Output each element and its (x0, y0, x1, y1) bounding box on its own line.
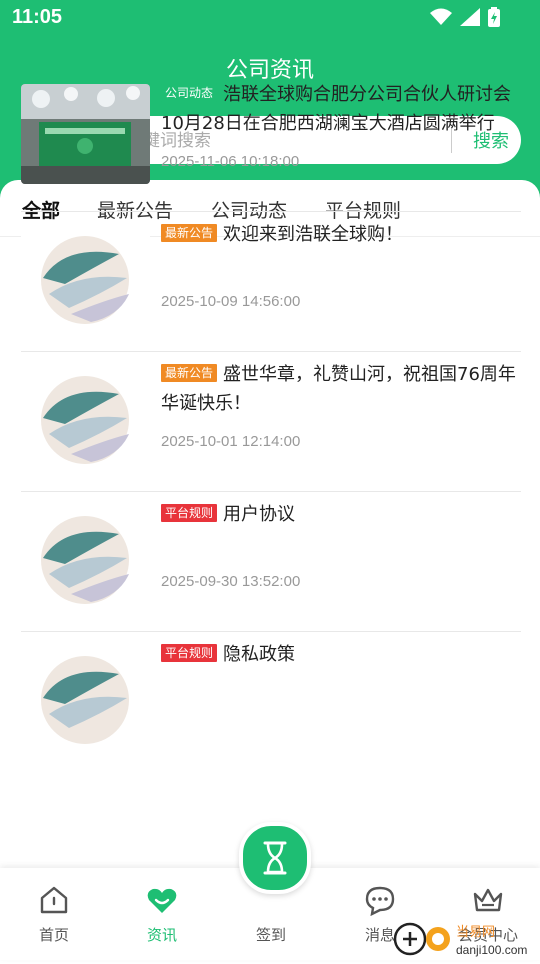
nav-news-label: 资讯 (146, 926, 177, 944)
article-date: 2025-09-30 13:52:00 (161, 573, 301, 590)
nav-news[interactable]: 资讯 (122, 884, 202, 945)
article-item[interactable]: 公司动态 浩联全球购合肥分公司合伙人研讨会10月28日在合肥西湖澜宝大酒店圆满举行… (21, 72, 521, 212)
article-date: 2025-10-01 12:14:00 (161, 433, 301, 450)
article-title-text: 隐私政策 (223, 644, 296, 665)
article-tag: 平台规则 (161, 504, 218, 522)
nav-signin-label: 签到 (255, 926, 286, 944)
event-photo (21, 84, 150, 184)
article-tag: 平台规则 (161, 644, 218, 662)
article-tag: 公司动态 (161, 84, 218, 102)
article-title: 平台规则 隐私政策 (161, 640, 521, 669)
watermark: 当易网 danji100.com (392, 918, 540, 964)
battery-icon (488, 7, 500, 31)
article-item[interactable]: 平台规则 隐私政策 (21, 632, 521, 771)
wifi-icon (430, 8, 452, 30)
article-title: 最新公告 欢迎来到浩联全球购！ (161, 220, 521, 249)
logo-sphere-image (21, 364, 150, 464)
article-item[interactable]: 最新公告 欢迎来到浩联全球购！ 2025-10-09 14:56:00 (21, 212, 521, 352)
status-bar: 11:05 (0, 0, 540, 36)
watermark-url: danji100.com (456, 943, 527, 957)
article-item[interactable]: 平台规则 用户协议 2025-09-30 13:52:00 (21, 492, 521, 632)
article-date: 2025-11-06 10:18:00 (161, 153, 300, 170)
logo-sphere-image (21, 224, 150, 324)
logo-sphere-image (21, 504, 150, 604)
heart-icon (146, 888, 178, 920)
article-item[interactable]: 最新公告 盛世华章，礼赞山河，祝祖国76周年华诞快乐！ 2025-10-01 12… (21, 352, 521, 492)
watermark-text: 当易网 (456, 925, 495, 940)
article-list: 公司动态 浩联全球购合肥分公司合伙人研讨会10月28日在合肥西湖澜宝大酒店圆满举行… (21, 72, 521, 771)
logo-sphere-image (21, 644, 150, 744)
article-tag: 最新公告 (161, 224, 218, 242)
article-title: 最新公告 盛世华章，礼赞山河，祝祖国76周年华诞快乐！ (161, 360, 521, 418)
article-title: 公司动态 浩联全球购合肥分公司合伙人研讨会10月28日在合肥西湖澜宝大酒店圆满举行 (161, 80, 521, 138)
home-icon (38, 886, 70, 920)
signal-icon (460, 8, 480, 30)
signin-fab[interactable] (239, 822, 311, 894)
article-title-text: 用户协议 (223, 504, 296, 525)
article-title-text: 欢迎来到浩联全球购！ (223, 224, 404, 245)
nav-home[interactable]: 首页 (14, 884, 94, 945)
article-date: 2025-10-09 14:56:00 (161, 293, 301, 310)
status-time: 11:05 (12, 6, 63, 28)
article-title: 平台规则 用户协议 (161, 500, 521, 529)
nav-signin[interactable]: 签到 (231, 920, 311, 945)
article-tag: 最新公告 (161, 364, 218, 382)
nav-home-label: 首页 (38, 926, 69, 944)
hourglass-icon (259, 840, 291, 880)
